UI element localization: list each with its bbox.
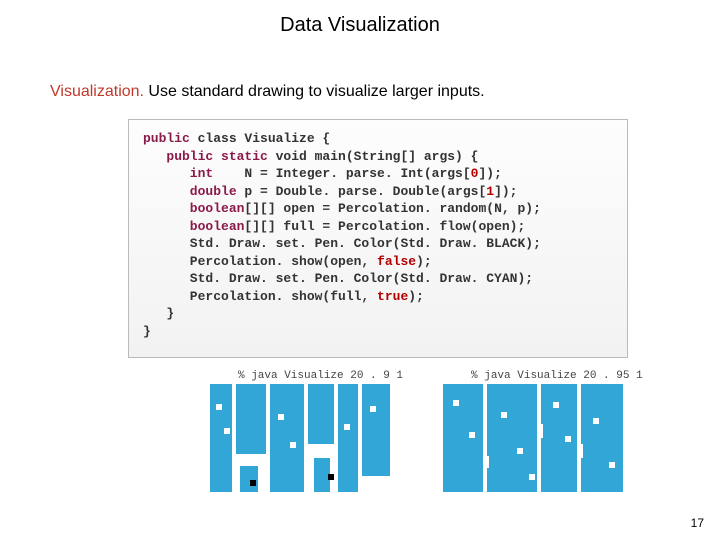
percolation-image-1	[210, 384, 390, 492]
viz-caption-1: % java Visualize 20 . 9 1	[210, 370, 403, 382]
intro-line: Visualization. Use standard drawing to v…	[50, 83, 670, 101]
viz-item-1: % java Visualize 20 . 9 1	[210, 370, 403, 492]
page-title: Data Visualization	[0, 0, 720, 37]
viz-caption-2: % java Visualize 20 . 95 1	[443, 370, 643, 382]
content-body: Visualization. Use standard drawing to v…	[0, 37, 720, 492]
intro-rest: Use standard drawing to visualize larger…	[144, 83, 485, 100]
viz-item-2: % java Visualize 20 . 95 1	[443, 370, 643, 492]
visualization-row: % java Visualize 20 . 9 1	[210, 370, 670, 492]
page-number: 17	[691, 516, 704, 530]
percolation-image-2	[443, 384, 623, 492]
highlighted-word: Visualization.	[50, 83, 144, 100]
code-block: public class Visualize { public static v…	[128, 119, 628, 358]
